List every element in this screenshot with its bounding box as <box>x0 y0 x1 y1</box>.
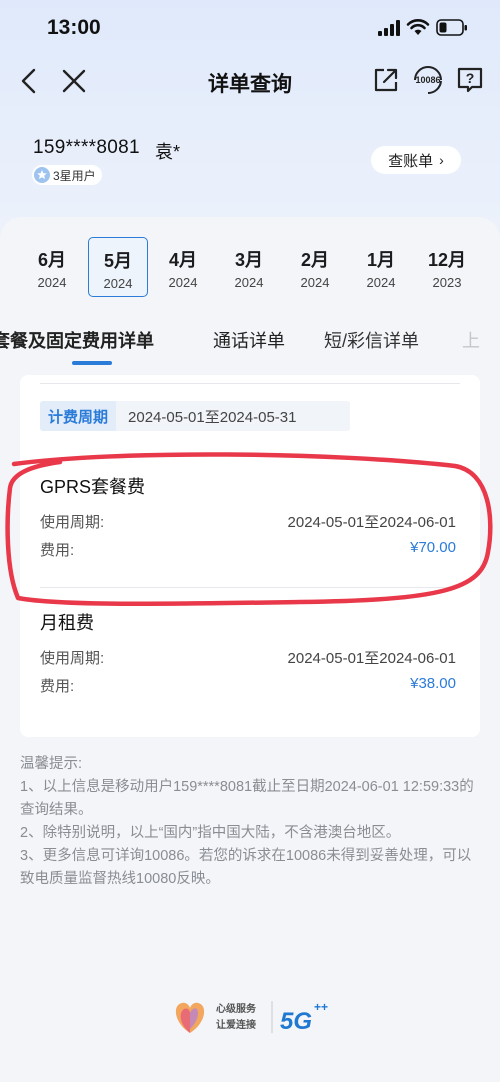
star-icon <box>34 167 50 183</box>
period-value: 2024-05-01至2024-06-01 <box>287 650 456 667</box>
period-value: 2024-05-01至2024-06-01 <box>287 514 456 531</box>
month-item[interactable]: 1月 2024 <box>351 237 411 297</box>
tab-more[interactable]: 上 <box>462 327 480 353</box>
hotline-label: 10086 <box>415 75 440 85</box>
battery-icon <box>436 19 467 36</box>
fee-value: ¥70.00 <box>410 539 456 556</box>
divider <box>40 587 460 588</box>
month-year: 2024 <box>37 275 67 290</box>
tips-title: 温馨提示: <box>20 756 83 772</box>
month-item-selected[interactable]: 5月 2024 <box>88 237 148 297</box>
month-label: 6月 <box>37 250 66 270</box>
view-bill-button[interactable]: 查账单 › <box>371 146 461 174</box>
fee-item-monthly-rent: 月租费 使用周期: 2024-05-01至2024-06-01 费用: ¥38.… <box>40 609 460 699</box>
fee-item-fee-row: 费用: ¥70.00 <box>40 535 460 563</box>
month-year: 2023 <box>432 275 462 290</box>
billing-period-value: 2024-05-01至2024-05-31 <box>128 408 297 426</box>
fee-item-title: GPRS套餐费 <box>40 477 146 497</box>
fee-item-gprs: GPRS套餐费 使用周期: 2024-05-01至2024-06-01 费用: … <box>40 473 460 563</box>
month-label: 2月 <box>300 250 329 270</box>
fee-item-title: 月租费 <box>40 613 94 633</box>
status-time: 13:00 <box>47 16 101 39</box>
chevron-right-icon: › <box>439 152 444 168</box>
tab-package-fixed-fees[interactable]: 套餐及固定费用详单 <box>0 327 154 353</box>
tip-line: 1、以上信息是移动用户159****8081截止至日期2024-06-01 12… <box>20 779 474 818</box>
divider <box>40 383 460 384</box>
fee-label: 费用: <box>40 542 75 559</box>
fee-label: 费用: <box>40 678 75 695</box>
user-level-badge: 3星用户 <box>32 165 102 185</box>
user-name: 袁* <box>155 142 181 162</box>
month-selector: 6月 2024 5月 2024 4月 2024 3月 2024 2月 2024 … <box>20 237 480 297</box>
help-icon[interactable]: ? <box>456 66 484 94</box>
period-label: 使用周期: <box>40 514 105 531</box>
month-year: 2024 <box>103 276 133 291</box>
month-item[interactable]: 2月 2024 <box>285 237 345 297</box>
slogan-line2: 让爱连接 <box>216 1018 256 1031</box>
nav-bar: 详单查询 10086 ? <box>0 56 500 108</box>
share-icon[interactable] <box>372 66 400 94</box>
month-item[interactable]: 12月 2023 <box>417 237 477 297</box>
month-year: 2024 <box>234 275 264 290</box>
month-label: 5月 <box>103 251 132 271</box>
month-item[interactable]: 6月 2024 <box>22 237 82 297</box>
tip-line: 3、更多信息可详询10086。若您的诉求在10086未得到妥善处理，可以致电质量… <box>20 848 472 887</box>
user-phone: 159****8081 <box>33 137 140 158</box>
svg-text:?: ? <box>466 70 475 86</box>
month-label: 12月 <box>427 250 467 270</box>
fee-item-period-row: 使用周期: 2024-05-01至2024-06-01 <box>40 643 460 671</box>
period-label: 使用周期: <box>40 650 105 667</box>
fee-item-fee-row: 费用: ¥38.00 <box>40 671 460 699</box>
month-year: 2024 <box>366 275 396 290</box>
tab-sms-mms-details[interactable]: 短/彩信详单 <box>324 327 419 353</box>
tip-line: 2、除特别说明，以上“国内”指中国大陆，不含港澳台地区。 <box>20 825 401 841</box>
month-label: 3月 <box>234 250 263 270</box>
user-level-text: 3星用户 <box>53 168 96 183</box>
signal-icon <box>378 20 400 36</box>
main-panel: 6月 2024 5月 2024 4月 2024 3月 2024 2月 2024 … <box>0 217 500 1082</box>
month-item[interactable]: 3月 2024 <box>219 237 279 297</box>
status-bar: 13:00 <box>0 0 500 56</box>
tips-text: 温馨提示: 1、以上信息是移动用户159****8081截止至日期2024-06… <box>20 753 480 891</box>
month-year: 2024 <box>168 275 198 290</box>
wifi-icon <box>406 19 430 35</box>
month-label: 4月 <box>168 250 197 270</box>
network-label: 5G <box>280 1008 312 1035</box>
fee-item-period-row: 使用周期: 2024-05-01至2024-06-01 <box>40 507 460 535</box>
billing-period-label: 计费周期 <box>40 401 117 431</box>
tab-indicator <box>72 361 112 365</box>
tab-call-details[interactable]: 通话详单 <box>213 327 285 353</box>
china-mobile-5g-logo: 心级服务 让爱连接 5G ++ <box>175 1000 328 1035</box>
hotline-icon[interactable]: 10086 <box>410 65 446 95</box>
month-item[interactable]: 4月 2024 <box>153 237 213 297</box>
detail-card: 计费周期 2024-05-01至2024-05-31 GPRS套餐费 使用周期:… <box>20 375 480 737</box>
month-label: 1月 <box>366 250 395 270</box>
month-year: 2024 <box>300 275 330 290</box>
billing-period: 计费周期 2024-05-01至2024-05-31 <box>40 401 350 431</box>
svg-text:++: ++ <box>314 1000 328 1014</box>
view-bill-label: 查账单 <box>388 152 434 170</box>
slogan-line1: 心级服务 <box>216 1002 257 1015</box>
fee-value: ¥38.00 <box>410 675 456 692</box>
